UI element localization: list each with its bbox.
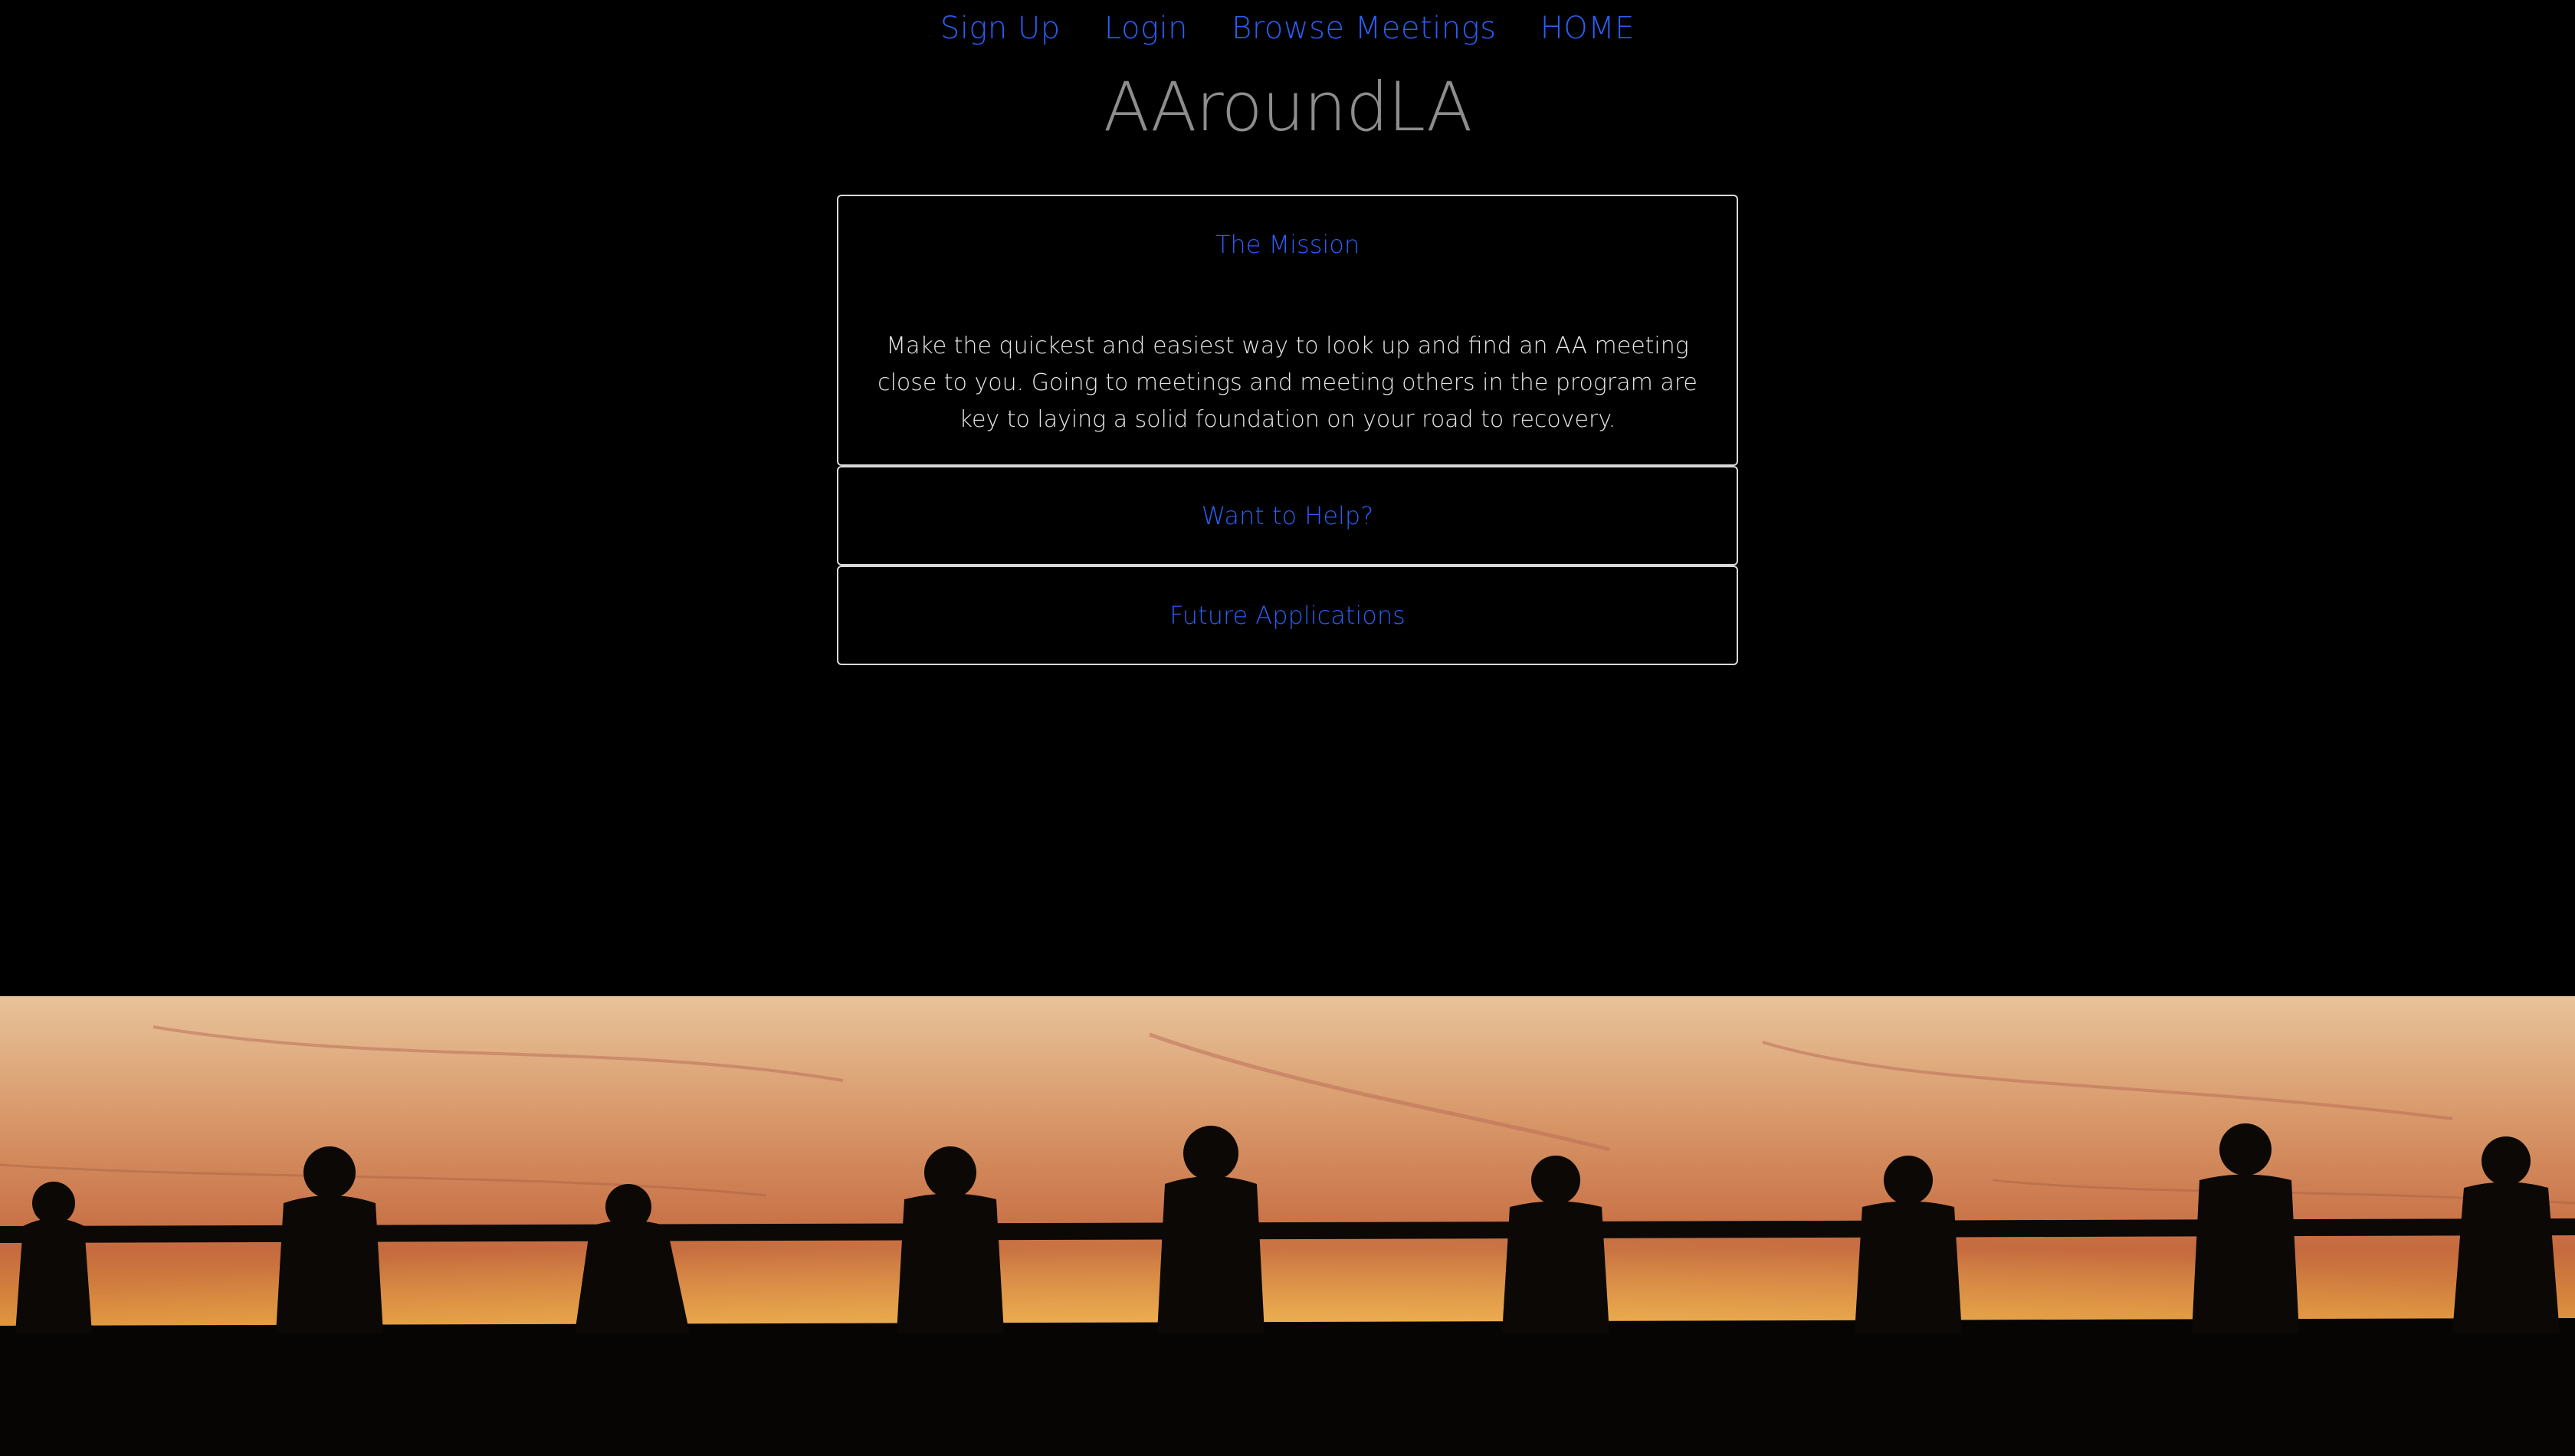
accordion: The Mission Make the quickest and easies… <box>837 195 1738 665</box>
panel-want-to-help[interactable]: Want to Help? <box>837 466 1738 566</box>
nav-home-link[interactable]: HOME <box>1540 11 1635 46</box>
panel-the-mission: The Mission Make the quickest and easies… <box>837 195 1738 466</box>
hero-image-people-holding-hands <box>0 996 2575 1456</box>
top-nav: Sign Up Login Browse Meetings HOME <box>0 11 2575 46</box>
panel-future-applications[interactable]: Future Applications <box>837 566 1738 665</box>
panel-title-future-applications[interactable]: Future Applications <box>1169 601 1406 630</box>
panel-title-the-mission[interactable]: The Mission <box>838 196 1737 267</box>
panel-title-want-to-help[interactable]: Want to Help? <box>1202 501 1373 530</box>
panel-body-the-mission: Make the quickest and easiest way to loo… <box>877 333 1698 433</box>
page: Sign Up Login Browse Meetings HOME AArou… <box>0 0 2575 1456</box>
nav-browse-meetings-link[interactable]: Browse Meetings <box>1232 11 1496 46</box>
nav-login-link[interactable]: Login <box>1104 11 1188 46</box>
site-title: AAroundLA <box>1103 67 1473 146</box>
nav-sign-up-link[interactable]: Sign Up <box>940 11 1061 46</box>
